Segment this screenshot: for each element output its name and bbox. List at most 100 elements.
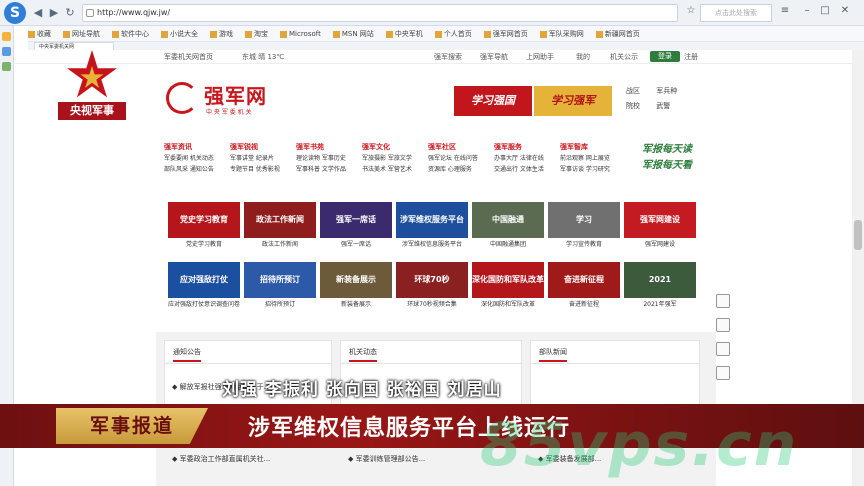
right-link-1[interactable]: 军兵种 xyxy=(656,86,684,96)
bookmark-item[interactable]: 小说大全 xyxy=(161,26,198,41)
tile-caption: 应对强敌打仗意识调查问卷 xyxy=(168,301,240,308)
feature-tile[interactable]: 学习 学习宣传教育 xyxy=(548,202,620,254)
menu-icon[interactable]: ≡ xyxy=(778,4,792,18)
menu-heading[interactable]: 强军智库 xyxy=(560,142,622,153)
back-icon[interactable]: ◀ xyxy=(30,5,46,21)
feature-tile[interactable]: 奋进新征程 奋进新征程 xyxy=(548,262,620,314)
tile-caption: 涉军维权信息服务平台 xyxy=(401,241,462,248)
list-icon[interactable] xyxy=(716,318,730,332)
feature-tile[interactable]: 2021 2021年强军 xyxy=(624,262,696,314)
star-icon[interactable]: ☆ xyxy=(684,4,698,18)
bookmark-item[interactable]: 中央军机 xyxy=(385,26,423,41)
topnav-link-0[interactable]: 强军搜索 xyxy=(434,52,462,62)
book-icon[interactable] xyxy=(716,342,730,356)
favorites-icon[interactable] xyxy=(2,32,11,41)
bookmark-label: 强军网首页 xyxy=(492,30,528,38)
feature-tile[interactable]: 政法工作新闻 政法工作新闻 xyxy=(244,202,316,254)
menu-item[interactable]: 资源库 心理服务 xyxy=(428,164,490,175)
menu-heading[interactable]: 强军服务 xyxy=(494,142,556,153)
section-title-notices[interactable]: 通知公告 xyxy=(173,348,201,362)
bookmark-item[interactable]: 个人首页 xyxy=(434,26,472,41)
menu-item[interactable]: 强军论坛 在线问答 xyxy=(428,153,490,164)
close-icon[interactable]: ✕ xyxy=(838,4,852,18)
bookmark-icon xyxy=(280,30,287,38)
feature-tile[interactable]: 强军一席话 强军一席话 xyxy=(320,202,392,254)
feature-tile[interactable]: 中国融通 中国融通集团 xyxy=(472,202,544,254)
maximize-icon[interactable]: □ xyxy=(818,4,832,18)
topnav-link-2[interactable]: 上网助手 xyxy=(526,52,554,62)
feature-tile[interactable]: 新装备展示 新装备展示 xyxy=(320,262,392,314)
topnav-link-3[interactable]: 我的 xyxy=(576,52,590,62)
menu-item[interactable]: 军事访谈 学习研究 xyxy=(560,164,622,175)
tile-caption: 奋进新征程 xyxy=(568,301,599,308)
news-item-1[interactable]: ◆ 军委政治工作部直属机关社... xyxy=(172,454,270,464)
refresh-icon[interactable]: ↻ xyxy=(62,5,78,21)
feature-tile[interactable]: 党史学习教育 党史学习教育 xyxy=(168,202,240,254)
forward-icon[interactable]: ▶ xyxy=(46,5,62,21)
tile-image: 深化国防和军队改革 xyxy=(472,262,544,298)
topnav-link-1[interactable]: 强军导航 xyxy=(480,52,508,62)
menu-item[interactable]: 前沿观察 网上展览 xyxy=(560,153,622,164)
menu-item[interactable]: 理论读物 军事历史 xyxy=(296,153,358,164)
download-icon[interactable] xyxy=(2,62,11,71)
menu-heading[interactable]: 强军资讯 xyxy=(164,142,226,153)
right-link-2[interactable]: 院校 xyxy=(626,101,654,111)
edit-icon[interactable] xyxy=(716,294,730,308)
menu-item[interactable]: 军委要闻 机关动态 xyxy=(164,153,226,164)
search-input[interactable]: 点击此处搜索 xyxy=(700,4,772,22)
feature-tile[interactable]: 涉军维权服务平台 涉军维权信息服务平台 xyxy=(396,202,468,254)
history-icon[interactable] xyxy=(2,47,11,56)
bookmark-item[interactable]: MSN 网站 xyxy=(332,26,374,41)
bookmark-label: 游戏 xyxy=(219,30,233,38)
bookmark-item[interactable]: 新疆网首页 xyxy=(595,26,640,41)
banner-xuexi-qiangjun[interactable]: 学习强军 xyxy=(534,86,612,116)
section-title-units[interactable]: 部队新闻 xyxy=(539,348,567,362)
home-link[interactable]: 军委机关网首页 xyxy=(164,52,213,62)
feature-tile[interactable]: 强军网建设 强军网建设 xyxy=(624,202,696,254)
right-link-3[interactable]: 武警 xyxy=(656,101,684,111)
menu-item[interactable]: 军事科普 文学作品 xyxy=(296,164,358,175)
menu-item[interactable]: 专题节目 优秀影视 xyxy=(230,164,292,175)
feature-tile[interactable]: 招待所预订 招待所预订 xyxy=(244,262,316,314)
menu-item[interactable]: 军旅摄影 军旅文学 xyxy=(362,153,424,164)
site-logo-mark-icon xyxy=(166,82,198,114)
menu-heading[interactable]: 强军书苑 xyxy=(296,142,358,153)
menu-column: 强军智库 前沿观察 网上展览 军事访谈 学习研究 xyxy=(560,142,622,175)
bookmark-item[interactable]: 军队采购网 xyxy=(539,26,584,41)
menu-item[interactable]: 办事大厅 法律在线 xyxy=(494,153,556,164)
tile-caption: 2021年强军 xyxy=(643,301,677,308)
bookmark-item[interactable]: 淘宝 xyxy=(245,26,268,41)
feature-tile[interactable]: 深化国防和军队改革 深化国防和军队改革 xyxy=(472,262,544,314)
menu-item[interactable]: 部队风采 通知公告 xyxy=(164,164,226,175)
banner-xuexi[interactable]: 学习强国 xyxy=(454,86,532,116)
news-item-2[interactable]: ◆ 军委训练管理部公告... xyxy=(348,454,425,464)
menu-heading[interactable]: 强军锐视 xyxy=(230,142,292,153)
tab-active[interactable]: 中央军委机关网 xyxy=(34,42,114,50)
site-logo[interactable]: 强军网 中 央 军 委 机 关 xyxy=(166,80,286,120)
tile-image: 奋进新征程 xyxy=(548,262,620,298)
bookmark-item[interactable]: Microsoft xyxy=(280,26,321,41)
bookmark-item[interactable]: 游戏 xyxy=(210,26,233,41)
menu-item[interactable]: 交通出行 文体生活 xyxy=(494,164,556,175)
bookmark-item[interactable]: 强军网首页 xyxy=(483,26,528,41)
bookmark-item[interactable]: 收藏 xyxy=(28,26,51,41)
right-link-0[interactable]: 战区 xyxy=(626,86,654,96)
bookmark-item[interactable]: 网址导航 xyxy=(63,26,100,41)
address-bar[interactable]: http://www.qjw.jw/ xyxy=(82,4,678,22)
browser-logo-icon[interactable]: S xyxy=(4,2,26,24)
minimize-icon[interactable]: – xyxy=(800,4,814,18)
menu-item[interactable]: 书法美术 军营艺术 xyxy=(362,164,424,175)
menu-heading[interactable]: 强军文化 xyxy=(362,142,424,153)
feature-tile[interactable]: 应对强敌打仗 应对强敌打仗意识调查问卷 xyxy=(168,262,240,314)
bookmark-item[interactable]: 软件中心 xyxy=(112,26,149,41)
feature-tile[interactable]: 环球70秒 环球70秒视频合集 xyxy=(396,262,468,314)
scroll-thumb[interactable] xyxy=(854,220,862,250)
menu-item[interactable]: 军事讲堂 纪录片 xyxy=(230,153,292,164)
menu-heading[interactable]: 强军社区 xyxy=(428,142,490,153)
section-title-agency[interactable]: 机关动态 xyxy=(349,348,377,362)
register-link[interactable]: 注册 xyxy=(684,52,698,62)
cloud-icon[interactable] xyxy=(716,366,730,380)
topnav-link-4[interactable]: 机关公示 xyxy=(610,52,638,62)
slogan[interactable]: 军报每天读 军报每天看 xyxy=(642,142,692,174)
login-button[interactable]: 登录 xyxy=(650,51,680,62)
